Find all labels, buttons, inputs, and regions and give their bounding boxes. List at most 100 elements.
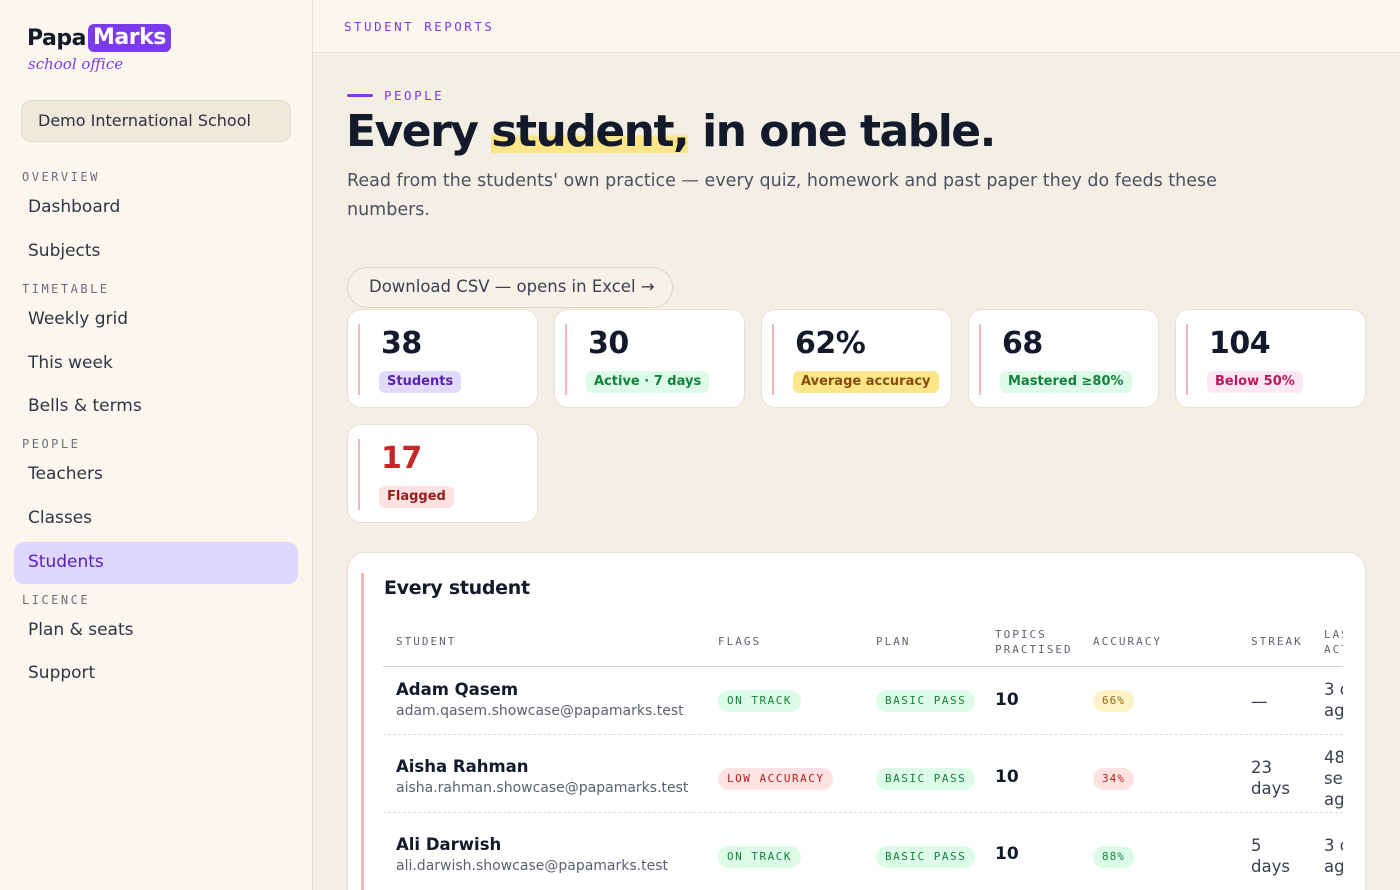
streak-value: — — [1251, 692, 1268, 711]
nav-item-plan-seats[interactable]: Plan & seats — [14, 610, 298, 652]
column-header-topics-line-1: TOPICS — [995, 628, 1047, 641]
accuracy-badge: 88% — [1093, 846, 1134, 868]
download-csv-button[interactable]: Download CSV — opens in Excel → — [347, 267, 673, 308]
page-section-title: STUDENT REPORTS — [344, 19, 495, 34]
brand-logo[interactable]: Papa Marks school office — [27, 24, 171, 73]
student-name[interactable]: Aisha Rahman — [396, 757, 529, 776]
students-table-card: Every student STUDENT FLAGS PLAN TOPICS … — [347, 552, 1366, 890]
column-header-topics[interactable]: TOPICS PRACTISED — [995, 627, 1073, 657]
plan-badge: BASIC PASS — [876, 768, 976, 790]
school-selector[interactable]: Demo International School — [21, 100, 291, 142]
column-header-plan[interactable]: PLAN — [876, 634, 911, 649]
column-header-student[interactable]: STUDENT — [396, 634, 456, 649]
nav-item-bells-terms[interactable]: Bells & terms — [14, 386, 298, 428]
plan-badge: BASIC PASS — [876, 690, 976, 712]
row-divider — [383, 734, 1343, 735]
topics-practised: 10 — [995, 690, 1019, 710]
last-active-line-2: ago — [1324, 701, 1343, 720]
stat-card-flagged: 17 Flagged — [347, 424, 538, 523]
card-accent-bar — [361, 573, 364, 890]
topics-practised: 10 — [995, 844, 1019, 864]
streak-line-2: days — [1251, 857, 1290, 876]
streak-line-1: 23 — [1251, 758, 1272, 777]
eyebrow-line — [347, 94, 373, 97]
stat-value: 17 — [381, 441, 422, 476]
flag-badge: ON TRACK — [718, 846, 801, 868]
nav-item-classes[interactable]: Classes — [14, 498, 298, 540]
last-active-value: 3 days ago — [1324, 835, 1343, 877]
nav-item-teachers[interactable]: Teachers — [14, 454, 298, 496]
stat-card-accuracy: 62% Average accuracy — [761, 309, 952, 408]
logo-marks: Marks — [87, 24, 171, 52]
last-active-line-1: 3 days — [1324, 680, 1343, 699]
nav-section-licence: LICENCE — [22, 593, 91, 607]
stat-accent-bar — [1186, 324, 1188, 395]
page-title: Every student, in one table. — [346, 106, 996, 157]
table-title: Every student — [384, 577, 530, 599]
streak-value: 23 days — [1251, 757, 1290, 799]
top-bar: STUDENT REPORTS — [313, 0, 1400, 53]
column-header-last-active[interactable]: LAST ACTIVE — [1324, 627, 1343, 657]
eyebrow-label: PEOPLE — [384, 88, 445, 103]
stat-accent-bar — [772, 324, 774, 395]
nav-section-overview: OVERVIEW — [22, 170, 100, 184]
eyebrow: PEOPLE — [347, 88, 444, 103]
nav-item-students[interactable]: Students — [14, 542, 298, 584]
title-part-2: in one table. — [688, 106, 996, 157]
last-active-value: 48 seconds ago — [1324, 747, 1343, 810]
topics-practised: 10 — [995, 767, 1019, 787]
accuracy-badge: 66% — [1093, 690, 1134, 712]
stat-value: 30 — [588, 326, 629, 361]
streak-line-1: 5 — [1251, 836, 1262, 855]
stat-accent-bar — [358, 439, 360, 510]
student-email: ali.darwish.showcase@papamarks.test — [396, 858, 668, 874]
stat-value: 62% — [795, 326, 866, 361]
stat-label: Students — [379, 371, 462, 393]
column-header-streak[interactable]: STREAK — [1251, 634, 1303, 649]
nav-item-this-week[interactable]: This week — [14, 343, 298, 385]
nav-item-weekly-grid[interactable]: Weekly grid — [14, 299, 298, 341]
nav-item-dashboard[interactable]: Dashboard — [14, 187, 298, 229]
title-part-1: Every — [346, 106, 492, 157]
student-name[interactable]: Adam Qasem — [396, 680, 518, 699]
stat-card-mastered: 68 Mastered ≥80% — [968, 309, 1159, 408]
stat-value: 104 — [1209, 326, 1271, 361]
nav-item-subjects[interactable]: Subjects — [14, 231, 298, 273]
column-header-topics-line-2: PRACTISED — [995, 643, 1073, 656]
stat-accent-bar — [358, 324, 360, 395]
title-highlight: student, — [491, 106, 690, 157]
student-name[interactable]: Ali Darwish — [396, 835, 501, 854]
students-table[interactable]: STUDENT FLAGS PLAN TOPICS PRACTISED ACCU… — [383, 621, 1343, 890]
accuracy-badge: 34% — [1093, 768, 1134, 790]
stat-label: Average accuracy — [793, 371, 939, 393]
last-active-line-2: ago — [1324, 857, 1343, 876]
flag-badge: LOW ACCURACY — [718, 768, 834, 790]
stat-label: Active · 7 days — [586, 371, 710, 393]
stat-accent-bar — [565, 324, 567, 395]
column-header-flags[interactable]: FLAGS — [718, 634, 761, 649]
stat-card-active: 30 Active · 7 days — [554, 309, 745, 408]
student-email: adam.qasem.showcase@papamarks.test — [396, 703, 684, 719]
logo-subtitle: school office — [28, 55, 124, 73]
stat-accent-bar — [979, 324, 981, 395]
nav-item-support[interactable]: Support — [14, 653, 298, 695]
stat-card-students: 38 Students — [347, 309, 538, 408]
nav-section-people: PEOPLE — [22, 437, 81, 451]
column-header-accuracy[interactable]: ACCURACY — [1093, 634, 1162, 649]
streak-value: 5 days — [1251, 835, 1290, 877]
sidebar: Papa Marks school office Demo Internatio… — [0, 0, 313, 890]
stat-label: Flagged — [379, 486, 454, 508]
last-active-line-3: ago — [1324, 790, 1343, 809]
row-divider — [383, 812, 1343, 813]
plan-badge: BASIC PASS — [876, 846, 976, 868]
student-email: aisha.rahman.showcase@papamarks.test — [396, 780, 689, 796]
last-active-line-1: 48 — [1324, 748, 1343, 767]
column-header-last-line-1: LAST — [1324, 628, 1343, 641]
last-active-value: 3 days ago — [1324, 679, 1343, 721]
stat-card-below-50: 104 Below 50% — [1175, 309, 1366, 408]
stat-value: 38 — [381, 326, 422, 361]
stat-label: Mastered ≥80% — [1000, 371, 1132, 393]
logo-papa: Papa — [27, 25, 86, 51]
last-active-line-2: seconds — [1324, 769, 1343, 788]
page-description: Read from the students' own practice — e… — [347, 171, 1217, 220]
